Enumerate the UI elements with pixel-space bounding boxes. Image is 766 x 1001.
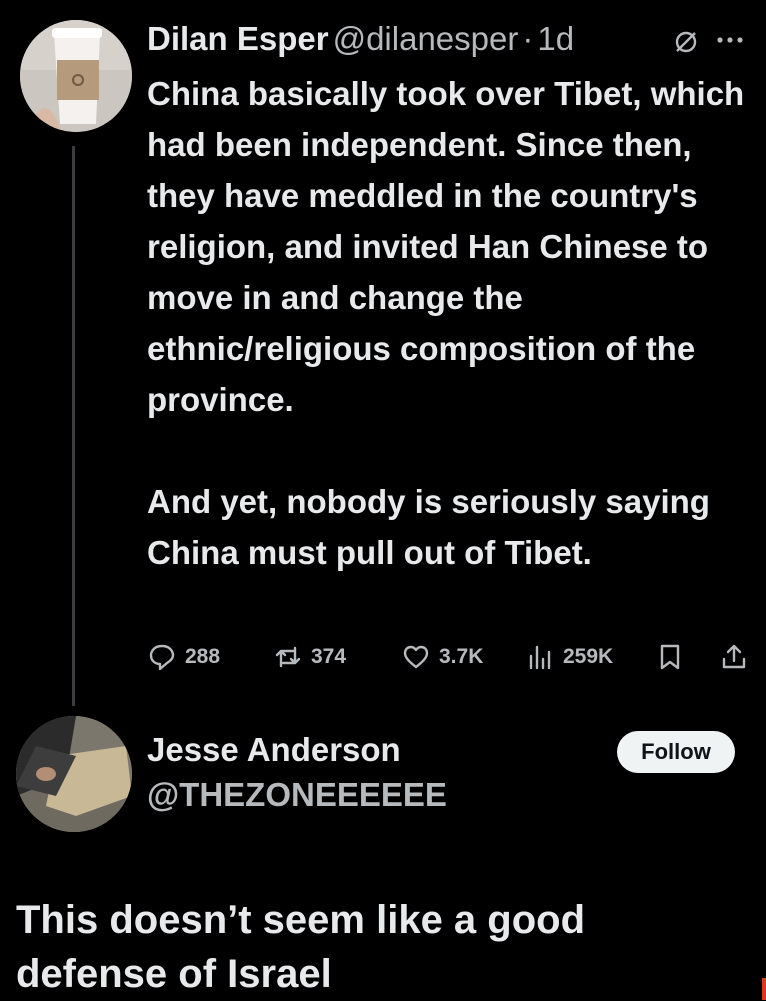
avatar-dilan-esper[interactable] [20,20,132,132]
edge-artifact [762,978,766,1000]
reply-author-name[interactable]: Jesse Anderson [147,728,447,772]
reply-icon [149,644,175,671]
avatar-jesse-anderson[interactable] [16,716,132,832]
tweet-paragraph: And yet, nobody is seriously saying Chin… [147,483,710,571]
retweet-icon [275,646,301,668]
header-separator: · [522,20,534,57]
reply-author-info: Jesse Anderson @THEZONEEEEEE [147,728,447,818]
tweet-header: Dilan Esper @dilanesper · 1d [147,20,574,58]
reply-author-handle[interactable]: @THEZONEEEEEE [147,772,447,818]
coffee-cup-avatar-image [20,20,132,132]
views-chart-icon [529,645,551,670]
muted-icon [675,31,697,53]
like-count: 3.7K [439,645,484,668]
reply-text: This doesn’t seem like a good defense of… [16,898,586,996]
tweet-timestamp[interactable]: 1d [537,20,574,58]
views-count: 259K [563,645,614,668]
author-handle[interactable]: @dilanesper [333,20,519,58]
views-button[interactable]: 259K [525,637,613,677]
bookmark-button[interactable] [655,637,685,677]
tweet-actions: 288 374 3.7K 259K [147,637,751,677]
heart-icon [403,645,429,669]
reply-count: 288 [185,645,221,668]
tweet-paragraph: China basically took over Tibet, which h… [147,75,745,418]
author-name[interactable]: Dilan Esper [147,20,329,58]
more-options-icon[interactable] [712,26,748,54]
person-photo-avatar-image [16,716,132,832]
share-button[interactable] [719,637,749,677]
retweet-button[interactable]: 374 [273,637,346,677]
reply-button[interactable]: 288 [147,637,220,677]
bookmark-icon [660,644,680,670]
like-button[interactable]: 3.7K [401,637,483,677]
tweet-text: China basically took over Tibet, which h… [147,68,757,578]
thread-connector-line [72,146,75,706]
share-icon [722,644,746,669]
retweet-count: 374 [311,645,347,668]
follow-button[interactable]: Follow [617,731,735,773]
